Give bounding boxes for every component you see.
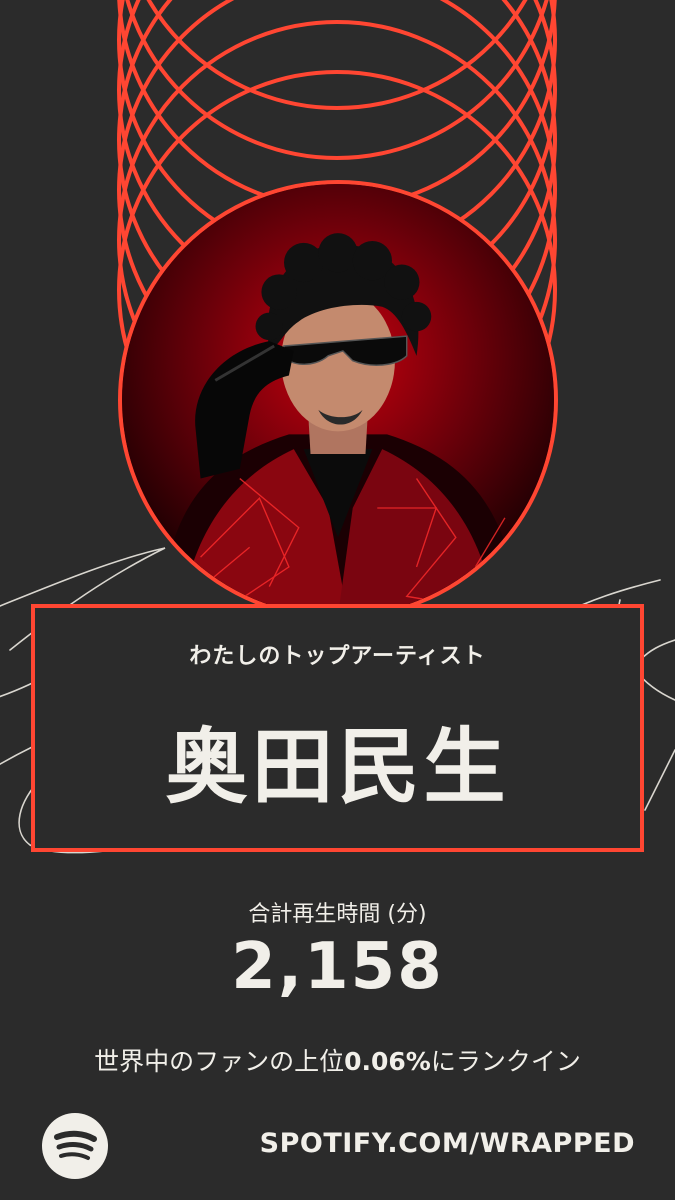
wrapped-card: わたしのトップアーティスト 奥田民生 合計再生時間 (分) 2,158 世界中の… <box>0 0 675 1200</box>
spotify-wrapped-link[interactable]: SPOTIFY.COM/WRAPPED <box>260 1128 635 1159</box>
rank-text: 世界中のファンの上位0.06%にランクイン <box>0 1042 675 1078</box>
rank-suffix: にランクイン <box>430 1047 581 1076</box>
top-artist-label: わたしのトップアーティスト <box>189 644 486 669</box>
spotify-icon[interactable] <box>42 1113 108 1179</box>
rank-prefix: 世界中のファンの上位 <box>94 1047 345 1076</box>
artist-portrait <box>118 180 558 620</box>
minutes-value: 2,158 <box>231 930 444 1004</box>
artist-name: 奥田民生 <box>165 720 510 815</box>
minutes-label: 合計再生時間 (分) <box>248 902 427 927</box>
top-artist-card: わたしのトップアーティスト 奥田民生 <box>31 604 644 852</box>
rank-percent: 0.06% <box>344 1047 431 1076</box>
